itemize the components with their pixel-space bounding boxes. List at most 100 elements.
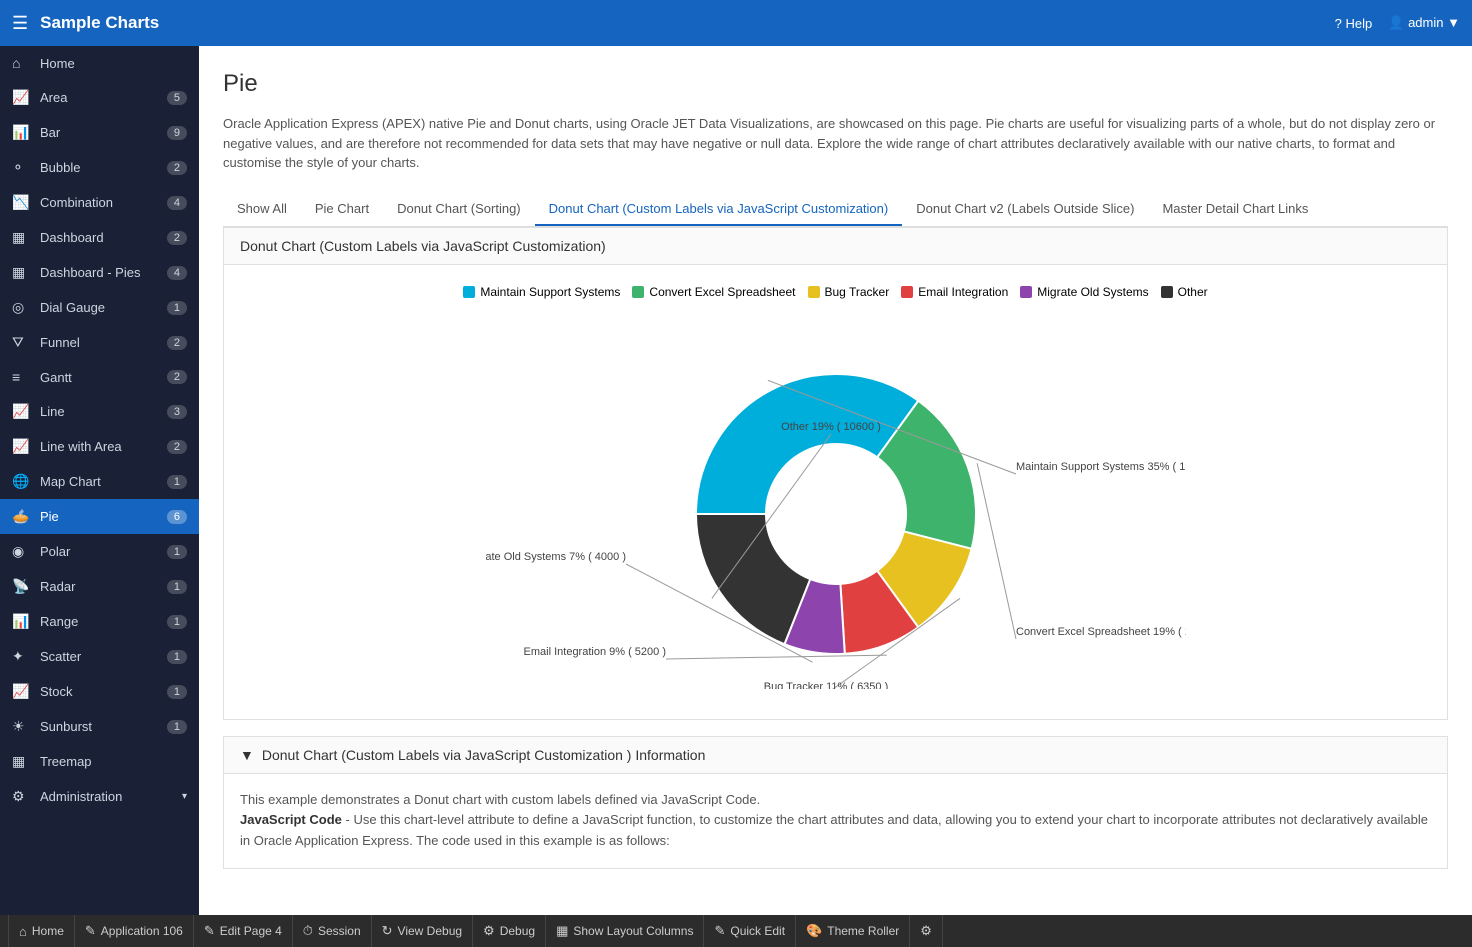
sidebar-item-radar[interactable]: 📡Radar1: [0, 569, 199, 604]
bottom-toolbar: ⌂Home✎Application 106✎Edit Page 4⏱Sessio…: [0, 915, 1472, 947]
sidebar-item-area[interactable]: 📈Area5: [0, 80, 199, 115]
sidebar-item-home[interactable]: ⌂ Home: [0, 46, 199, 80]
donut-svg: Maintain Support Systems 35% ( 19500 )Co…: [486, 329, 1186, 689]
sidebar-item-bubble[interactable]: ⚬Bubble2: [0, 150, 199, 185]
sidebar-item-sunburst[interactable]: ☀Sunburst1: [0, 709, 199, 744]
debug-toolbar-label: Debug: [500, 924, 535, 938]
donut-chart: Maintain Support Systems 35% ( 19500 )Co…: [244, 319, 1427, 699]
legend-dot: [1020, 286, 1032, 298]
sidebar-badge-dashboard: 2: [167, 231, 187, 245]
toolbar-show-layout[interactable]: ▦Show Layout Columns: [546, 915, 704, 947]
dashboard-icon: ▦: [12, 229, 32, 246]
legend-label: Bug Tracker: [825, 285, 890, 299]
quick-edit-toolbar-icon: ✎: [714, 923, 725, 939]
slice-label-3: Email Integration 9% ( 5200 ): [523, 646, 665, 658]
sidebar-badge-gantt: 2: [167, 370, 187, 384]
sidebar-item-gantt[interactable]: ≡Gantt2: [0, 360, 199, 394]
line-with-area-icon: 📈: [12, 438, 32, 455]
legend-label: Migrate Old Systems: [1037, 285, 1148, 299]
sidebar-badge-stock: 1: [167, 685, 187, 699]
sidebar-label-line: Line: [40, 404, 167, 419]
top-header: ☰ Sample Charts ? Help 👤 admin ▼: [0, 0, 1472, 46]
sidebar-label-administration: Administration: [40, 789, 182, 804]
sidebar-item-administration[interactable]: ⚙Administration ▾: [0, 779, 199, 814]
chart-section-title: Donut Chart (Custom Labels via JavaScrip…: [224, 228, 1447, 265]
sidebar-badge-dashboard-pies: 4: [167, 266, 187, 280]
tab-show-all[interactable]: Show All: [223, 193, 301, 226]
tab-master-detail[interactable]: Master Detail Chart Links: [1148, 193, 1322, 226]
toolbar-edit-page[interactable]: ✎Edit Page 4: [194, 915, 293, 947]
sidebar-label-home: Home: [40, 56, 187, 71]
content-area: Pie Oracle Application Express (APEX) na…: [199, 46, 1472, 915]
combination-icon: 📉: [12, 194, 32, 211]
hamburger-icon[interactable]: ☰: [12, 13, 28, 34]
sidebar-badge-dial-gauge: 1: [167, 301, 187, 315]
help-link[interactable]: ? Help: [1335, 16, 1373, 31]
sidebar-label-sunburst: Sunburst: [40, 719, 167, 734]
line-icon: 📈: [12, 403, 32, 420]
sidebar-badge-polar: 1: [167, 545, 187, 559]
toolbar-quick-edit[interactable]: ✎Quick Edit: [704, 915, 796, 947]
toolbar-debug[interactable]: ⚙Debug: [473, 915, 546, 947]
sidebar-label-scatter: Scatter: [40, 649, 167, 664]
legend-dot: [632, 286, 644, 298]
sidebar-item-stock[interactable]: 📈Stock1: [0, 674, 199, 709]
info-section-toggle[interactable]: ▼ Donut Chart (Custom Labels via JavaScr…: [224, 737, 1447, 774]
sidebar: ⌂Home📈Area5📊Bar9⚬Bubble2📉Combination4▦Da…: [0, 46, 199, 915]
legend-item: Maintain Support Systems: [463, 285, 620, 299]
sidebar-item-polar[interactable]: ◉Polar1: [0, 534, 199, 569]
sidebar-item-funnel[interactable]: ⛛Funnel2: [0, 325, 199, 360]
info-section-body: This example demonstrates a Donut chart …: [224, 774, 1447, 868]
sidebar-item-line[interactable]: 📈Line3: [0, 394, 199, 429]
sidebar-label-line-with-area: Line with Area: [40, 439, 167, 454]
range-icon: 📊: [12, 613, 32, 630]
sidebar-item-treemap[interactable]: ▦Treemap: [0, 744, 199, 779]
tab-donut-v2[interactable]: Donut Chart v2 (Labels Outside Slice): [902, 193, 1148, 226]
session-toolbar-label: Session: [318, 924, 361, 938]
legend-item: Migrate Old Systems: [1020, 285, 1148, 299]
sunburst-icon: ☀: [12, 718, 32, 735]
chevron-icon: ▾: [182, 791, 187, 802]
sidebar-badge-range: 1: [167, 615, 187, 629]
toolbar-home[interactable]: ⌂Home: [8, 915, 75, 947]
sidebar-item-line-with-area[interactable]: 📈Line with Area2: [0, 429, 199, 464]
app-title: Sample Charts: [40, 13, 1335, 33]
tab-pie-chart[interactable]: Pie Chart: [301, 193, 383, 226]
chart-area: Maintain Support Systems Convert Excel Sp…: [224, 265, 1447, 719]
pie-icon: 🥧: [12, 508, 32, 525]
sidebar-item-combination[interactable]: 📉Combination4: [0, 185, 199, 220]
sidebar-badge-bubble: 2: [167, 161, 187, 175]
sidebar-item-range[interactable]: 📊Range1: [0, 604, 199, 639]
funnel-icon: ⛛: [12, 334, 32, 351]
toolbar-view-debug[interactable]: ↻View Debug: [372, 915, 473, 947]
chart-legend: Maintain Support SystemsConvert Excel Sp…: [244, 285, 1427, 299]
tab-donut-sorting[interactable]: Donut Chart (Sorting): [383, 193, 535, 226]
slice-label-1: Convert Excel Spreadsheet 19% ( 10500 ): [1016, 626, 1186, 638]
sidebar-label-dashboard-pies: Dashboard - Pies: [40, 265, 167, 280]
toolbar-session[interactable]: ⏱Session: [293, 915, 372, 947]
legend-dot: [808, 286, 820, 298]
sidebar-label-treemap: Treemap: [40, 754, 187, 769]
tab-donut-custom[interactable]: Donut Chart (Custom Labels via JavaScrip…: [535, 193, 903, 226]
sidebar-label-combination: Combination: [40, 195, 167, 210]
dashboard-pies-icon: ▦: [12, 264, 32, 281]
sidebar-item-dial-gauge[interactable]: ◎Dial Gauge1: [0, 290, 199, 325]
sidebar-label-gantt: Gantt: [40, 370, 167, 385]
toolbar-application[interactable]: ✎Application 106: [75, 915, 194, 947]
sidebar-label-pie: Pie: [40, 509, 167, 524]
edit-page-toolbar-icon: ✎: [204, 923, 215, 939]
sidebar-item-map-chart[interactable]: 🌐Map Chart1: [0, 464, 199, 499]
sidebar-item-dashboard[interactable]: ▦Dashboard2: [0, 220, 199, 255]
sidebar-item-dashboard-pies[interactable]: ▦ Dashboard - Pies4: [0, 255, 199, 290]
user-menu[interactable]: 👤 admin ▼: [1388, 15, 1460, 31]
donut-slice-5[interactable]: [696, 514, 810, 644]
home-icon: ⌂: [12, 55, 32, 71]
info-detail-label: JavaScript Code: [240, 812, 342, 827]
sidebar-item-scatter[interactable]: ✦Scatter1: [0, 639, 199, 674]
sidebar-item-pie[interactable]: 🥧Pie6: [0, 499, 199, 534]
toolbar-theme-roller[interactable]: 🎨Theme Roller: [796, 915, 910, 947]
sidebar-label-dial-gauge: Dial Gauge: [40, 300, 167, 315]
sidebar-item-bar[interactable]: 📊Bar9: [0, 115, 199, 150]
toolbar-settings[interactable]: ⚙: [910, 915, 943, 947]
legend-label: Other: [1178, 285, 1208, 299]
